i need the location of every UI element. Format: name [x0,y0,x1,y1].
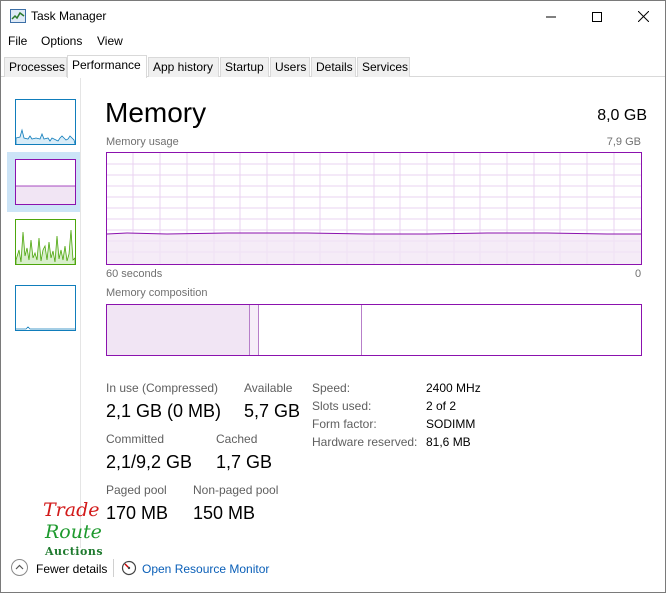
minimize-icon [546,16,556,17]
memory-usage-max: 7,9 GB [606,136,641,148]
form-factor-label: Form factor: [312,417,377,431]
composition-in-use [107,305,250,355]
nonpaged-pool-value: 150 MB [193,503,256,523]
menu-file[interactable]: File [8,34,27,48]
fewer-details-link[interactable]: Fewer details [36,562,107,576]
watermark-line2: Route [45,521,102,543]
maximize-icon [592,11,602,22]
task-manager-window: Task Manager File Options View Processes… [0,0,666,593]
disk-thumbnail [15,219,76,265]
memory-usage-area [107,233,641,264]
window-title: Task Manager [31,9,107,23]
sidebar-item-disk[interactable] [7,212,80,272]
watermark-line1: Trade [43,499,100,521]
speed-label: Speed: [312,381,351,395]
tab-performance[interactable]: Performance [67,55,147,78]
tab-processes[interactable]: Processes [4,57,67,77]
time-axis-left: 60 seconds [106,268,163,280]
time-axis-right: 0 [635,268,642,280]
memory-usage-label: Memory usage [106,136,179,148]
paged-pool-label: Paged pool [106,483,167,497]
tab-services[interactable]: Services [357,57,410,77]
menu-bar: File Options View [1,32,665,52]
available-label: Available [244,381,293,395]
available-value: 5,7 GB [244,401,301,421]
title-bar: Task Manager [1,1,665,32]
tab-details[interactable]: Details [311,57,356,77]
composition-standby [259,305,362,355]
sidebar-item-ethernet[interactable] [7,278,80,338]
memory-composition-label: Memory composition [106,287,208,299]
minimize-button[interactable] [528,1,574,32]
menu-view[interactable]: View [97,34,123,48]
in-use-label: In use (Compressed) [106,381,219,395]
nonpaged-pool-label: Non-paged pool [193,483,279,497]
tab-users[interactable]: Users [270,57,310,77]
hardware-reserved-value: 81,6 MB [426,435,471,449]
chevron-up-icon[interactable] [11,559,28,576]
task-manager-icon [10,9,26,23]
tab-strip: Processes Performance App history Startu… [1,55,665,78]
maximize-button[interactable] [574,1,620,32]
open-resource-monitor-link[interactable]: Open Resource Monitor [142,562,269,576]
page-title: Memory [105,97,207,128]
memory-composition-bar [106,304,642,356]
cpu-thumbnail [15,99,76,145]
slots-value: 2 of 2 [426,399,457,413]
footer-divider [113,559,114,577]
tab-app-history[interactable]: App history [148,57,219,77]
close-button[interactable] [620,1,666,32]
form-factor-value: SODIMM [426,417,476,431]
tab-startup[interactable]: Startup [220,57,269,77]
in-use-value: 2,1 GB (0 MB) [106,401,222,421]
speed-value: 2400 MHz [426,381,481,395]
memory-usage-graph [106,152,642,265]
memory-usage-chart [106,153,641,264]
slots-label: Slots used: [312,399,372,413]
performance-sidebar [1,78,81,548]
hardware-reserved-label: Hardware reserved: [312,435,418,449]
close-icon [637,11,649,22]
sidebar-item-cpu[interactable] [7,92,80,152]
cached-value: 1,7 GB [216,452,273,472]
sidebar-item-memory[interactable] [7,152,80,212]
resource-monitor-icon[interactable] [121,560,137,576]
footer: Fewer details Open Resource Monitor [1,556,665,586]
ethernet-thumbnail [15,285,76,331]
menu-options[interactable]: Options [41,34,82,48]
cached-label: Cached [216,432,258,446]
paged-pool-value: 170 MB [106,503,169,523]
watermark-logo: Trade Route Auctions [43,501,113,561]
committed-value: 2,1/9,2 GB [106,452,193,472]
memory-thumbnail [15,159,76,205]
composition-modified [250,305,259,355]
committed-label: Committed [106,432,165,446]
memory-total: 8,0 GB [597,107,647,124]
